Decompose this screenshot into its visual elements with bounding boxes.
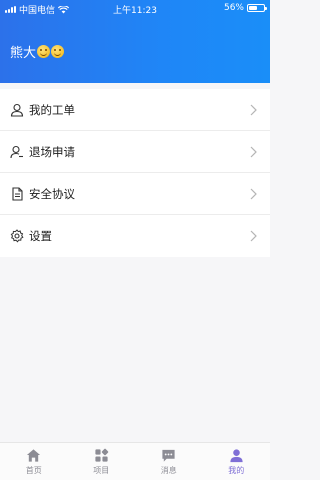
tab-label: 消息	[160, 466, 177, 475]
user-icon	[10, 103, 24, 117]
tab-label: 首页	[25, 466, 42, 475]
document-icon	[10, 186, 24, 201]
gear-icon	[10, 229, 24, 243]
home-icon	[27, 449, 41, 462]
menu-item-work-orders[interactable]: 我的工单	[0, 89, 270, 131]
tab-mine[interactable]: 我的	[203, 443, 271, 480]
tab-home[interactable]: 首页	[0, 443, 68, 480]
grin-emoji-icon	[37, 45, 51, 58]
menu-item-label: 设置	[29, 229, 52, 243]
chevron-right-icon	[250, 230, 257, 242]
status-bar: 中国电信 上午11:23 56%	[0, 0, 270, 16]
user-exit-icon	[10, 145, 24, 159]
menu-item-label: 我的工单	[29, 102, 75, 117]
chevron-right-icon	[250, 188, 257, 200]
user-name: 熊大	[10, 46, 37, 61]
laugh-emoji-icon	[51, 45, 65, 58]
tab-label: 我的	[228, 466, 245, 475]
tab-messages[interactable]: 消息	[135, 443, 203, 480]
battery-icon	[247, 4, 267, 12]
bottom-tab-bar: 首页 项目 消息 我的	[0, 442, 270, 480]
chevron-right-icon	[250, 146, 257, 158]
battery-percent: 56%	[223, 3, 244, 13]
menu-item-label: 安全协议	[29, 186, 75, 201]
app-screen: 中国电信 上午11:23 56% 熊大 我的工单 退场申请 安全协议 设置 首页…	[0, 0, 270, 480]
status-right: 56%	[223, 3, 267, 13]
message-icon	[162, 449, 175, 462]
user-name-row[interactable]: 熊大	[10, 42, 65, 61]
menu-item-safety-agreement[interactable]: 安全协议	[0, 173, 270, 215]
tab-projects[interactable]: 项目	[68, 443, 136, 480]
person-icon	[230, 449, 243, 463]
profile-header: 中国电信 上午11:23 56% 熊大	[0, 0, 270, 83]
menu-item-exit-request[interactable]: 退场申请	[0, 131, 270, 173]
tab-label: 项目	[93, 466, 110, 475]
chevron-right-icon	[250, 104, 257, 116]
menu-item-label: 退场申请	[29, 144, 75, 159]
menu-list: 我的工单 退场申请 安全协议 设置	[0, 89, 270, 257]
grid-icon	[95, 448, 109, 462]
menu-item-settings[interactable]: 设置	[0, 215, 270, 257]
